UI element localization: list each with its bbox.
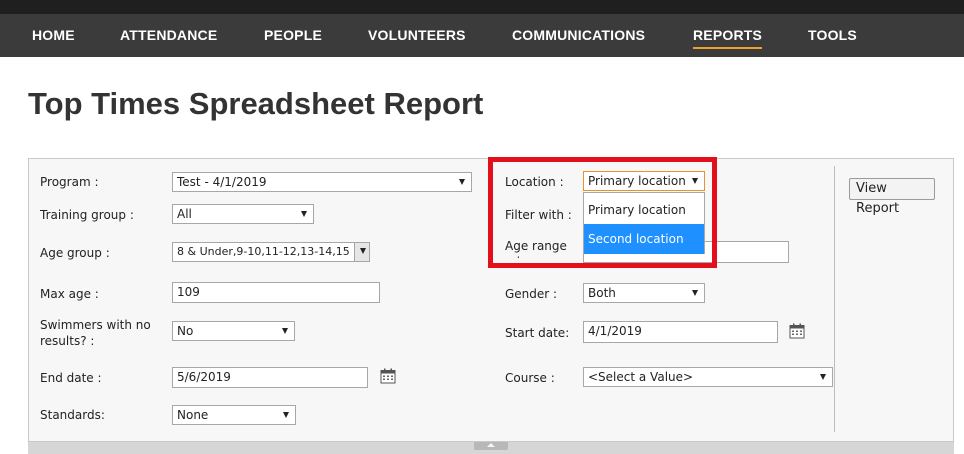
age-group-multiselect[interactable]: 8 & Under,9-10,11-12,13-14,15 & <box>172 242 370 262</box>
nav-attendance[interactable]: ATTENDANCE <box>120 27 217 43</box>
nav-volunteers-label: VOLUNTEERS <box>368 27 466 43</box>
age-group-label: Age group : <box>40 246 110 260</box>
chevron-down-icon <box>301 211 307 217</box>
nav-attendance-label: ATTENDANCE <box>120 27 218 43</box>
main-navbar: HOME ATTENDANCE PEOPLE VOLUNTEERS COMMUN… <box>0 14 964 57</box>
end-date-value: 5/6/2019 <box>177 370 231 384</box>
start-date-value: 4/1/2019 <box>588 324 642 338</box>
nav-tools-label: TOOLS <box>808 27 857 43</box>
chevron-down-icon <box>459 179 465 185</box>
end-date-input[interactable]: 5/6/2019 <box>172 367 368 388</box>
swimmers-no-results-select[interactable]: No <box>172 321 295 341</box>
course-value: <Select a Value> <box>588 370 694 384</box>
view-report-button[interactable]: View Report <box>849 178 935 216</box>
nav-volunteers[interactable]: VOLUNTEERS <box>368 27 466 43</box>
end-date-label: End date : <box>40 371 102 385</box>
start-date-input[interactable]: 4/1/2019 <box>583 321 778 343</box>
training-group-label: Training group : <box>40 208 134 222</box>
top-strip <box>0 0 964 14</box>
nav-tools[interactable]: TOOLS <box>808 27 857 43</box>
annotation-highlight-box <box>488 157 717 268</box>
nav-home-label: HOME <box>32 27 75 43</box>
nav-people-label: PEOPLE <box>264 27 322 43</box>
nav-communications-label: COMMUNICATIONS <box>512 27 646 43</box>
course-label: Course : <box>505 371 555 385</box>
collapse-panel-button[interactable] <box>474 442 508 450</box>
max-age-value: 109 <box>177 285 200 299</box>
nav-active-underline <box>693 47 763 49</box>
standards-label: Standards: <box>40 408 105 422</box>
program-value: Test - 4/1/2019 <box>177 175 267 189</box>
calendar-icon[interactable] <box>380 368 396 384</box>
gender-select[interactable]: Both <box>583 283 705 303</box>
swimmers-no-results-label: Swimmers with no results? : <box>40 318 151 348</box>
max-age-label: Max age : <box>40 287 99 301</box>
standards-value: None <box>177 408 209 422</box>
start-date-label: Start date: <box>505 326 570 340</box>
nav-people[interactable]: PEOPLE <box>264 27 322 43</box>
age-group-value: 8 & Under,9-10,11-12,13-14,15 & <box>177 245 362 258</box>
chevron-down-icon <box>283 412 289 418</box>
program-label: Program : <box>40 175 99 189</box>
training-group-value: All <box>177 207 192 221</box>
nav-communications[interactable]: COMMUNICATIONS <box>512 27 645 43</box>
chevron-down-icon <box>360 248 366 254</box>
swimmers-no-results-value: No <box>177 324 194 338</box>
gender-value: Both <box>588 286 616 300</box>
page-title: Top Times Spreadsheet Report <box>28 86 484 121</box>
chevron-down-icon <box>820 374 826 380</box>
gender-label: Gender : <box>505 287 558 301</box>
panel-divider <box>834 166 835 432</box>
nav-home[interactable]: HOME <box>32 27 75 43</box>
max-age-input[interactable]: 109 <box>172 282 380 303</box>
course-select[interactable]: <Select a Value> <box>583 367 833 387</box>
chevron-down-icon <box>282 328 288 334</box>
calendar-icon[interactable] <box>789 323 805 339</box>
nav-reports-label: REPORTS <box>693 27 763 43</box>
chevron-up-icon <box>487 443 495 447</box>
nav-reports[interactable]: REPORTS <box>693 27 763 49</box>
standards-select[interactable]: None <box>172 405 296 425</box>
program-select[interactable]: Test - 4/1/2019 <box>172 172 472 192</box>
chevron-down-icon <box>692 290 698 296</box>
training-group-select[interactable]: All <box>172 204 314 224</box>
age-group-dropdown-button[interactable] <box>354 243 369 261</box>
